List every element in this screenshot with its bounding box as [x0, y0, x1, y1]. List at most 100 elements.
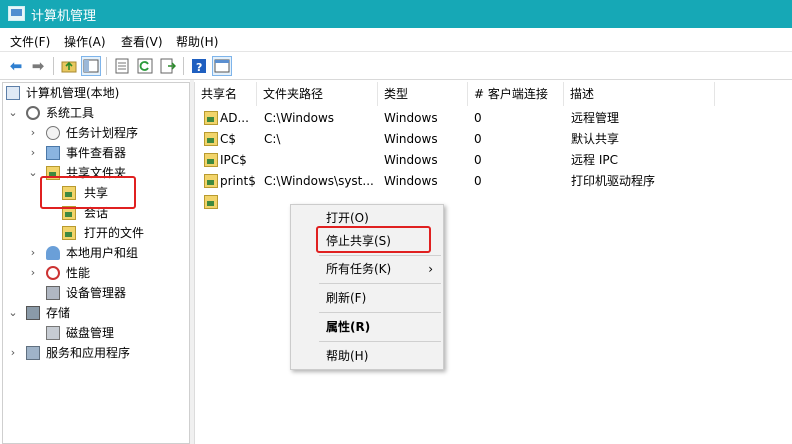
- shared-folder-icon: [204, 153, 218, 167]
- toolbar: ⬅ ➡ ?: [0, 52, 792, 80]
- cell-type: Windows: [384, 153, 438, 167]
- tree-item-label: 存储: [46, 306, 71, 320]
- help-icon[interactable]: ?: [189, 56, 209, 76]
- cell-clients: 0: [474, 132, 482, 146]
- shares-list-view: 共享名 文件夹路径 类型 # 客户端连接 描述 AD... C:\Windows…: [194, 82, 792, 444]
- menu-separator: [319, 341, 441, 342]
- svg-text:?: ?: [196, 61, 202, 74]
- menu-item-properties[interactable]: 属性(R): [291, 316, 443, 338]
- cell-description: 远程管理: [571, 111, 620, 125]
- cell-type: Windows: [384, 111, 438, 125]
- title-bar: 计算机管理: [0, 0, 792, 28]
- cell-share-name: Sam...: [220, 195, 256, 209]
- computer-management-icon: [6, 86, 20, 100]
- device-manager-icon: [46, 286, 60, 300]
- cell-description: Samsung Printer data ...: [571, 195, 713, 209]
- system-tools-icon: [26, 106, 40, 120]
- table-row-selected[interactable]: Sam... C:\ProgramData\... Windows 0 Sams…: [195, 192, 792, 213]
- cell-share-name: print$: [220, 174, 256, 188]
- cell-description: 打印机驱动程序: [571, 174, 656, 188]
- chevron-down-icon[interactable]: ⌄: [8, 303, 18, 323]
- cell-folder-path: C:\Windows: [264, 111, 335, 125]
- storage-icon: [26, 306, 40, 320]
- menu-action[interactable]: 操作(A): [64, 33, 106, 50]
- cell-description: 远程 IPC: [571, 153, 618, 167]
- shared-folder-icon: [204, 111, 218, 125]
- cell-folder-path: C:\: [264, 132, 281, 146]
- forward-arrow-icon[interactable]: ➡: [28, 56, 48, 76]
- chevron-right-icon[interactable]: ›: [8, 343, 18, 363]
- tree-item-label: 服务和应用程序: [46, 346, 131, 360]
- export-list-icon[interactable]: [158, 56, 178, 76]
- chevron-down-icon[interactable]: ⌄: [28, 163, 38, 183]
- cell-clients: 0: [474, 195, 482, 209]
- refresh-icon[interactable]: [135, 56, 155, 76]
- window-title: 计算机管理: [31, 9, 97, 24]
- tree-item-label: 事件查看器: [66, 146, 127, 160]
- column-header-client-connections[interactable]: # 客户端连接: [468, 82, 564, 106]
- table-row[interactable]: AD... C:\Windows Windows 0 远程管理: [195, 108, 792, 129]
- menu-separator: [319, 255, 441, 256]
- tree-item-label: 性能: [66, 266, 91, 280]
- shared-folder-icon: [204, 174, 218, 188]
- tree-item-label: 磁盘管理: [66, 326, 115, 340]
- tree-item-label: 系统工具: [46, 106, 95, 120]
- column-header-type[interactable]: 类型: [378, 82, 468, 106]
- chevron-right-icon[interactable]: ›: [28, 123, 38, 143]
- console-tree: 计算机管理(本地) ⌄ 系统工具 › 任务计划程序 › 事件查看器 ⌄ 共享文件…: [2, 82, 190, 444]
- cell-description: 默认共享: [571, 132, 620, 146]
- menu-view[interactable]: 查看(V): [121, 33, 163, 50]
- table-row[interactable]: C$ C:\ Windows 0 默认共享: [195, 129, 792, 150]
- menu-item-label: 所有任务(K): [326, 262, 392, 276]
- cell-folder-path: C:\Windows\syst...: [264, 174, 374, 188]
- shared-folder-icon: [204, 132, 218, 146]
- shared-folder-icon: [204, 195, 218, 209]
- highlight-box-shares: [40, 176, 136, 209]
- menu-item-refresh[interactable]: 刷新(F): [291, 287, 443, 309]
- menu-separator: [319, 283, 441, 284]
- list-header: 共享名 文件夹路径 类型 # 客户端连接 描述: [195, 82, 792, 106]
- menu-item-help[interactable]: 帮助(H): [291, 345, 443, 367]
- column-header-folder-path[interactable]: 文件夹路径: [257, 82, 378, 106]
- show-action-pane-icon[interactable]: [212, 56, 232, 76]
- tree-item-label: 设备管理器: [66, 286, 127, 300]
- users-icon: [46, 246, 60, 260]
- performance-icon: [46, 266, 60, 280]
- menu-separator: [319, 312, 441, 313]
- cell-share-name: IPC$: [220, 153, 247, 167]
- cell-share-name: AD...: [220, 111, 249, 125]
- chevron-right-icon[interactable]: ›: [28, 243, 38, 263]
- cell-share-name: C$: [220, 132, 237, 146]
- menu-bar: 文件(F) 操作(A) 查看(V) 帮助(H): [0, 28, 792, 52]
- tree-item-label: 任务计划程序: [66, 126, 139, 140]
- menu-file[interactable]: 文件(F): [10, 33, 50, 50]
- tree-item-label: 计算机管理(本地): [26, 86, 120, 100]
- column-header-description[interactable]: 描述: [564, 82, 715, 106]
- chevron-right-icon[interactable]: ›: [28, 143, 38, 163]
- properties-icon[interactable]: [112, 56, 132, 76]
- chevron-right-icon: ›: [428, 262, 433, 276]
- column-header-share-name[interactable]: 共享名: [195, 82, 257, 106]
- shared-folder-icon: [62, 226, 76, 240]
- services-icon: [26, 346, 40, 360]
- table-row[interactable]: print$ C:\Windows\syst... Windows 0 打印机驱…: [195, 171, 792, 192]
- cell-clients: 0: [474, 174, 482, 188]
- up-folder-icon[interactable]: [59, 56, 79, 76]
- cell-clients: 0: [474, 111, 482, 125]
- disk-management-icon: [46, 326, 60, 340]
- computer-management-icon: [8, 6, 25, 21]
- event-viewer-icon: [46, 146, 60, 160]
- menu-item-all-tasks[interactable]: 所有任务(K) ›: [291, 258, 443, 280]
- table-row[interactable]: IPC$ Windows 0 远程 IPC: [195, 150, 792, 171]
- cell-type: Windows: [384, 174, 438, 188]
- highlight-box-stop-sharing: [316, 226, 431, 253]
- chevron-down-icon[interactable]: ⌄: [8, 103, 18, 123]
- cell-clients: 0: [474, 153, 482, 167]
- chevron-right-icon[interactable]: ›: [28, 263, 38, 283]
- show-hide-console-tree-icon[interactable]: [81, 56, 101, 76]
- back-arrow-icon[interactable]: ⬅: [6, 56, 26, 76]
- tree-item-label: 本地用户和组: [66, 246, 139, 260]
- menu-help[interactable]: 帮助(H): [176, 33, 218, 50]
- tree-item-label: 打开的文件: [84, 226, 145, 240]
- clock-icon: [46, 126, 60, 140]
